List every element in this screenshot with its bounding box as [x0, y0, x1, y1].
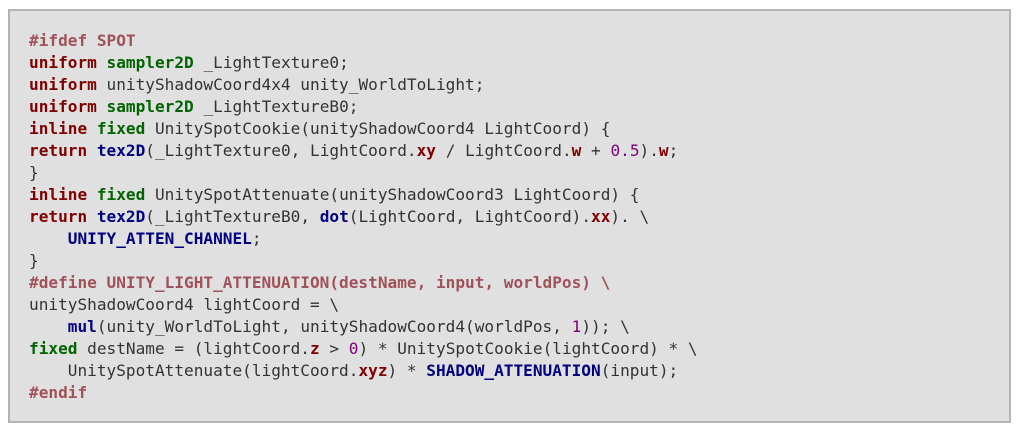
code-token-plain: >	[319, 339, 349, 358]
code-token-keyword: inline	[29, 185, 88, 204]
code-line: uniform sampler2D _LightTexture0;	[29, 52, 698, 74]
code-token-plain: (_LightTextureB0,	[145, 207, 320, 226]
code-token-plain: _LightTexture0;	[193, 53, 349, 72]
code-token-keyword: inline	[29, 119, 88, 138]
code-token-plain: UnitySpotAttenuate(unityShadowCoord3 Lig…	[145, 185, 640, 204]
code-token-member: xyz	[358, 361, 388, 380]
code-line: uniform unityShadowCoord4x4 unity_WorldT…	[29, 74, 698, 96]
code-token-type: fixed	[96, 185, 146, 204]
code-token-plain: (unity_WorldToLight, unityShadowCoord4(w…	[96, 317, 572, 336]
code-token-number: 1	[571, 317, 582, 336]
code-line: inline fixed UnitySpotCookie(unityShadow…	[29, 118, 698, 140]
code-line: UNITY_ATTEN_CHANNEL;	[29, 228, 698, 250]
code-block-frame: #ifdef SPOT uniform sampler2D _LightTextu…	[8, 9, 1011, 423]
code-line: inline fixed UnitySpotAttenuate(unitySha…	[29, 184, 698, 206]
code-line: #endif	[29, 382, 698, 404]
code-token-member: w	[571, 141, 582, 160]
code-token-plain: unityShadowCoord4x4 unity_WorldToLight;	[96, 75, 485, 94]
code-token-type: sampler2D	[106, 53, 194, 72]
code-token-plain: / LightCoord.	[436, 141, 572, 160]
code-token-member: w	[658, 141, 669, 160]
code-token-plain: }	[29, 163, 39, 182]
code-token-plain: (input);	[600, 361, 679, 380]
code-token-func: dot	[319, 207, 349, 226]
code-token-plain: ;	[251, 229, 262, 248]
code-token-member: z	[310, 339, 320, 358]
code-token-keyword: return	[29, 141, 88, 160]
code-token-plain: UnitySpotCookie(unityShadowCoord4 LightC…	[145, 119, 611, 138]
code-block: #ifdef SPOT uniform sampler2D _LightTextu…	[29, 30, 698, 404]
code-token-keyword: uniform	[29, 53, 97, 72]
code-token-number: 0.5	[610, 141, 640, 160]
code-token-keyword: uniform	[29, 75, 97, 94]
code-token-plain: _LightTextureB0;	[193, 97, 359, 116]
code-token-keyword: return	[29, 207, 88, 226]
code-token-plain: (_LightTexture0, LightCoord.	[145, 141, 417, 160]
code-token-func: mul	[67, 317, 97, 336]
code-line: return tex2D(_LightTexture0, LightCoord.…	[29, 140, 698, 162]
code-line: return tex2D(_LightTextureB0, dot(LightC…	[29, 206, 698, 228]
code-token-plain: destName = (lightCoord.	[77, 339, 310, 358]
code-line: uniform sampler2D _LightTextureB0;	[29, 96, 698, 118]
code-token-member: xy	[416, 141, 436, 160]
code-token-macro: SHADOW_ATTENUATION	[426, 361, 601, 380]
code-token-member: xx	[591, 207, 611, 226]
code-token-preproc: #define UNITY_LIGHT_ATTENUATION(destName…	[29, 273, 611, 292]
code-line: #ifdef SPOT	[29, 30, 698, 52]
code-line: #define UNITY_LIGHT_ATTENUATION(destName…	[29, 272, 698, 294]
code-token-plain: ) *	[387, 361, 427, 380]
code-line: UnitySpotAttenuate(lightCoord.xyz) * SHA…	[29, 360, 698, 382]
code-line: }	[29, 250, 698, 272]
code-token-keyword: uniform	[29, 97, 97, 116]
code-token-plain: unityShadowCoord4 lightCoord = \	[29, 295, 340, 314]
code-token-plain: ) * UnitySpotCookie(lightCoord) * \	[358, 339, 698, 358]
code-token-macro: UNITY_ATTEN_CHANNEL	[67, 229, 252, 248]
code-token-plain: +	[581, 141, 611, 160]
code-token-type: sampler2D	[106, 97, 194, 116]
code-token-type: fixed	[96, 119, 146, 138]
code-token-plain: ;	[668, 141, 679, 160]
code-token-func: tex2D	[96, 141, 146, 160]
code-token-plain: )); \	[581, 317, 630, 336]
code-line: fixed destName = (lightCoord.z > 0) * Un…	[29, 338, 698, 360]
code-token-func: tex2D	[96, 207, 146, 226]
code-token-plain: ). \	[610, 207, 650, 226]
code-line: }	[29, 162, 698, 184]
code-token-plain: UnitySpotAttenuate(lightCoord.	[29, 361, 359, 380]
code-token-preproc: #ifdef SPOT	[29, 31, 136, 50]
code-line: mul(unity_WorldToLight, unityShadowCoord…	[29, 316, 698, 338]
code-token-plain: }	[29, 251, 39, 270]
code-token-type: fixed	[29, 339, 78, 358]
code-token-plain: ).	[639, 141, 659, 160]
code-token-preproc: #endif	[29, 383, 88, 402]
code-line: unityShadowCoord4 lightCoord = \	[29, 294, 698, 316]
code-token-plain: (LightCoord, LightCoord).	[348, 207, 592, 226]
